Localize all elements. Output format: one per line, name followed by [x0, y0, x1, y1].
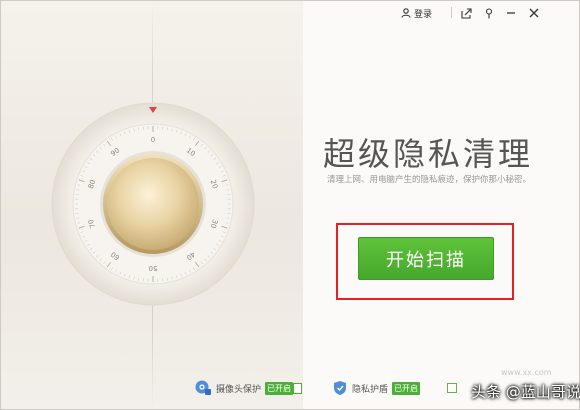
pin-icon	[485, 7, 493, 18]
camera-status-badge: 已开启	[265, 381, 294, 395]
faint-watermark: www.xx.com	[501, 368, 552, 377]
share-button[interactable]	[459, 6, 473, 20]
page-subtitle: 清理上网、用电脑产生的隐私痕迹，保护你那小秘密。	[326, 175, 531, 185]
user-icon	[401, 8, 411, 18]
close-icon	[529, 8, 539, 18]
source-watermark: 头条 @蓝山哥说	[471, 383, 580, 401]
camera-protection-label: 摄像头保护	[216, 384, 262, 395]
login-label: 登录	[414, 9, 433, 20]
page-title: 超级隐私清理	[323, 135, 534, 173]
share-icon	[460, 7, 472, 19]
minimize-icon	[507, 12, 515, 14]
minimize-button[interactable]	[504, 6, 518, 20]
login-button[interactable]: 登录	[401, 6, 432, 20]
start-scan-button[interactable]: 开始扫描	[358, 237, 494, 280]
title-bar-controls: 登录	[379, 1, 579, 23]
divider	[451, 7, 452, 18]
dial-panel: 0 10 20 30 40 50 60 70 80 90	[1, 1, 303, 409]
privacy-shield-label: 隐私护盾	[352, 384, 389, 395]
camera-protection-item: 摄像头保护 已开启	[194, 379, 303, 397]
close-button[interactable]	[527, 6, 541, 20]
help-button[interactable]	[482, 6, 496, 20]
privacy-status-badge: 已开启	[392, 381, 421, 395]
camera-shield-icon	[195, 380, 211, 395]
shield-icon	[334, 381, 346, 395]
privacy-shield-item: 隐私护盾 已开启	[333, 379, 421, 397]
privacy-cleaner-window: 0 10 20 30 40 50 60 70 80 90 登录 超级隐私清理 清…	[0, 0, 580, 410]
option-checkbox[interactable]	[447, 383, 457, 393]
privacy-dial: 0102030405060708090	[51, 102, 255, 306]
dial-tick-label: 50	[149, 264, 158, 272]
knob-face	[107, 158, 199, 250]
camera-toggle[interactable]	[293, 382, 303, 394]
dial-tick-label: 0	[151, 136, 155, 144]
